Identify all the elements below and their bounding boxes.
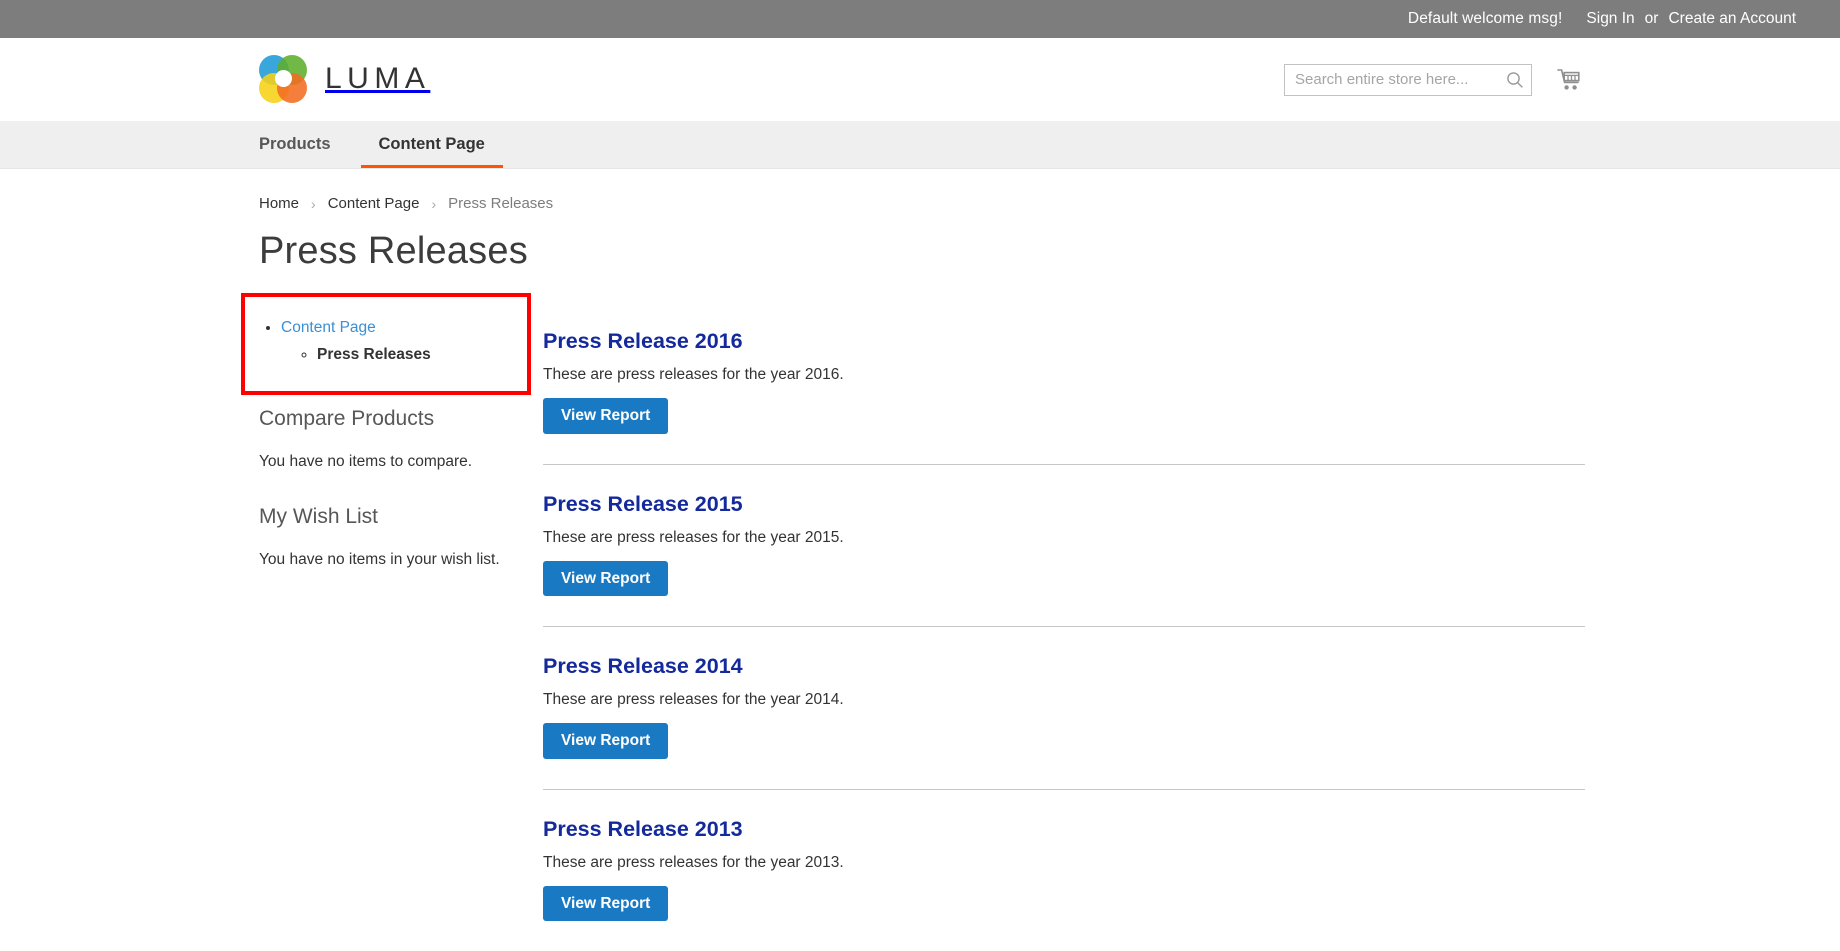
site-header: LUMA	[0, 38, 1840, 121]
breadcrumb-item-current: Press Releases	[448, 195, 554, 212]
press-release-title: Press Release 2016	[543, 329, 743, 353]
sign-in-link[interactable]: Sign In	[1586, 10, 1634, 28]
list-item[interactable]: Press Releases	[317, 342, 517, 368]
breadcrumb-chevron-icon: ›	[311, 195, 316, 212]
press-release-description: These are press releases for the year 20…	[543, 528, 844, 546]
press-release-description: These are press releases for the year 20…	[543, 691, 844, 708]
content-page-nav-highlight: Content Page Press Releases	[241, 293, 531, 396]
create-account-link[interactable]: Create an Account	[1668, 10, 1796, 28]
divider	[543, 788, 1585, 790]
header-actions	[1284, 63, 1585, 96]
search-input[interactable]	[1284, 63, 1532, 96]
breadcrumb-item-content-page[interactable]: Content Page	[328, 195, 420, 212]
press-release-description: These are press releases for the year 20…	[543, 366, 844, 383]
logo-link[interactable]: LUMA	[259, 54, 431, 103]
view-report-button[interactable]: View Report	[543, 885, 669, 921]
wish-list-empty-text: You have no items in your wish list.	[259, 551, 500, 569]
breadcrumb-item-home[interactable]: Home	[259, 195, 299, 212]
or-separator: or	[1644, 10, 1659, 27]
list-item: Content Page Press Releases	[281, 315, 517, 367]
columns: Content Page Press Releases Compare Prod…	[241, 293, 1585, 951]
sidebar: Content Page Press Releases Compare Prod…	[241, 293, 531, 603]
view-report-button[interactable]: View Report	[543, 723, 669, 759]
breadcrumb-chevron-icon: ›	[431, 195, 437, 212]
press-release-item: Press Release 2015 These are press relea…	[543, 492, 1585, 601]
divider	[543, 463, 1585, 465]
content-page-nav-list: Content Page Press Releases	[255, 315, 517, 367]
content-page-sub-list: Press Releases	[281, 342, 517, 368]
logo-text: LUMA	[325, 61, 431, 95]
breadcrumb: Home › Content Page › Press Releases	[259, 169, 1585, 220]
top-panel: Default welcome msg! Sign In or Create a…	[0, 0, 1840, 38]
view-report-button[interactable]: View Report	[543, 398, 669, 434]
search-box	[1284, 63, 1532, 96]
main-content: Press Release 2016 These are press relea…	[519, 293, 1585, 951]
divider	[543, 626, 1585, 627]
view-report-button[interactable]: View Report	[543, 560, 669, 596]
compare-products-block: Compare Products You have no items to co…	[259, 407, 519, 471]
main-navigation: Products Content Page	[0, 121, 1840, 169]
press-release-title: Press Release 2014	[543, 654, 743, 678]
shopping-cart-icon[interactable]	[1555, 65, 1585, 95]
press-release-title: Press Release 2013	[543, 816, 743, 841]
press-release-item: Press Release 2013 These are press relea…	[543, 817, 1585, 926]
nav-item-content-page[interactable]: Content Page	[360, 121, 504, 168]
sidebar-link-content-page[interactable]: Content Page	[281, 319, 376, 336]
luma-flower-logo-icon	[259, 54, 307, 103]
press-release-item: Press Release 2014 These are press relea…	[543, 654, 1585, 763]
page-title: Press Releases	[259, 230, 528, 272]
welcome-message: Default welcome msg!	[1407, 10, 1563, 27]
wish-list-block: My Wish List You have no items in your w…	[259, 505, 519, 569]
compare-products-empty-text: You have no items to compare.	[259, 453, 473, 471]
nav-item-products[interactable]: Products	[259, 121, 361, 168]
press-release-item: Press Release 2016 These are press relea…	[543, 329, 1585, 438]
page-wrapper: Home › Content Page › Press Releases Pre…	[241, 169, 1585, 951]
press-release-title: Press Release 2015	[543, 491, 743, 516]
compare-products-title: Compare Products	[259, 407, 435, 431]
press-release-description: These are press releases for the year 20…	[543, 853, 844, 871]
wish-list-title: My Wish List	[259, 505, 379, 529]
